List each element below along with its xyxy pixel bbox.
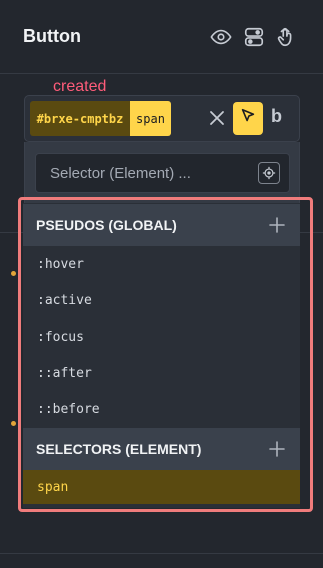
- selectors-heading: SELECTORS (ELEMENT): [23, 428, 300, 470]
- page-title: Button: [23, 26, 81, 46]
- cursor-select-button[interactable]: [233, 102, 263, 135]
- status-dot: [11, 271, 16, 276]
- selector-search-input[interactable]: [36, 154, 250, 192]
- status-dot: [11, 421, 16, 426]
- add-selector-plus-icon[interactable]: [268, 440, 286, 458]
- close-icon[interactable]: [207, 108, 227, 128]
- created-annotation: created: [53, 78, 107, 95]
- pseudos-heading: PSEUDOS (GLOBAL): [23, 204, 300, 246]
- pseudo-item-hover[interactable]: :hover: [23, 246, 300, 282]
- touch-hand-icon[interactable]: [275, 26, 297, 48]
- eye-icon[interactable]: [210, 26, 232, 48]
- selectors-heading-label: SELECTORS (ELEMENT): [36, 441, 202, 457]
- bricks-b-icon[interactable]: b: [271, 106, 291, 130]
- pseudo-item-focus[interactable]: :focus: [23, 319, 300, 355]
- element-id-chip[interactable]: #brxe-cmptbz: [30, 101, 130, 136]
- cursor-arrow-icon: [239, 107, 257, 130]
- pseudo-item-active[interactable]: :active: [23, 282, 300, 318]
- element-tag-chip[interactable]: span: [130, 101, 171, 136]
- pseudo-item-after[interactable]: ::after: [23, 355, 300, 391]
- divider: [0, 553, 323, 554]
- crosshair-icon[interactable]: [258, 162, 280, 184]
- selector-search: [35, 153, 290, 193]
- pseudos-heading-label: PSEUDOS (GLOBAL): [36, 217, 177, 233]
- toggle-layout-icon[interactable]: [243, 26, 265, 48]
- pseudo-item-before[interactable]: ::before: [23, 391, 300, 427]
- panel-header: Button: [0, 0, 323, 74]
- add-pseudo-plus-icon[interactable]: [268, 216, 286, 234]
- selector-item-span[interactable]: span: [23, 470, 300, 504]
